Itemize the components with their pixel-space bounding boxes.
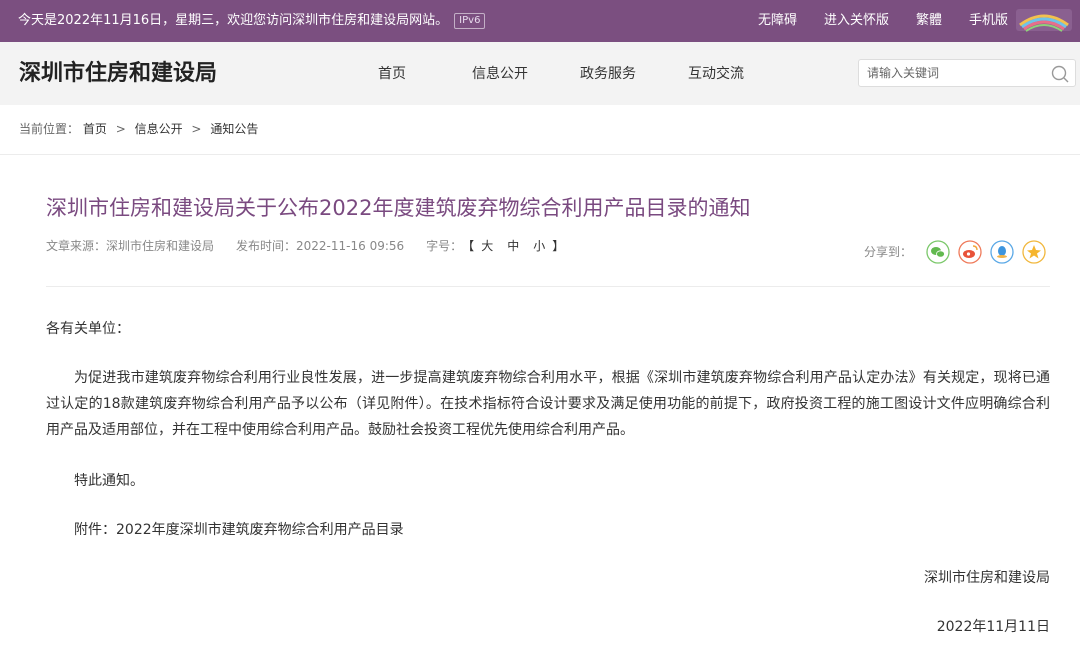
font-size-small[interactable]: 小 [533, 239, 545, 253]
site-title[interactable]: 深圳市住房和建设局 [19, 59, 217, 89]
weibo-icon[interactable] [958, 240, 982, 264]
welcome-text: 今天是2022年11月16日，星期三，欢迎您访问深圳市住房和建设局网站。 IPv6 [18, 12, 486, 30]
publish-time: 发布时间：2022-11-16 09:56 [236, 239, 405, 253]
breadcrumb-separator: > [191, 122, 202, 136]
signature-organization: 深圳市住房和建设局 [924, 570, 1050, 586]
care-version-link[interactable]: 进入关怀版 [824, 12, 889, 30]
top-bar: 今天是2022年11月16日，星期三，欢迎您访问深圳市住房和建设局网站。 IPv6… [0, 0, 1080, 42]
breadcrumb-label: 当前位置： [19, 122, 80, 136]
article-source: 文章来源：深圳市住房和建设局 [46, 239, 215, 253]
search-box [858, 59, 1076, 87]
main-nav: 首页 信息公开 政务服务 互动交流 [338, 63, 770, 85]
breadcrumb: 当前位置： 首页 > 信息公开 > 通知公告 [19, 120, 258, 138]
top-links: 无障碍 进入关怀版 繁體 手机版 [731, 12, 1008, 30]
signature-date: 2022年11月11日 [936, 619, 1050, 635]
nav-interaction[interactable]: 互动交流 [662, 63, 770, 85]
rainbow-logo-icon[interactable] [1014, 5, 1074, 35]
share-bar: 分享到： [864, 240, 1046, 264]
breadcrumb-separator: > [115, 122, 126, 136]
article-meta: 文章来源：深圳市住房和建设局 发布时间：2022-11-16 09:56 字号：… [46, 237, 564, 255]
nav-home[interactable]: 首页 [338, 63, 446, 85]
qzone-icon[interactable] [1022, 240, 1046, 264]
breadcrumb-home[interactable]: 首页 [83, 122, 107, 136]
article-title: 深圳市住房和建设局关于公布2022年度建筑废弃物综合利用产品目录的通知 [46, 196, 751, 220]
site-header: 深圳市住房和建设局 首页 信息公开 政务服务 互动交流 [0, 42, 1080, 105]
mobile-version-link[interactable]: 手机版 [969, 12, 1008, 30]
attachment-link[interactable]: 附件：2022年度深圳市建筑废弃物综合利用产品目录 [46, 517, 1050, 543]
breadcrumb-divider [0, 154, 1080, 155]
share-label: 分享到： [863, 245, 912, 259]
font-size-bracket-close: 】 [552, 239, 565, 253]
welcome-message: 今天是2022年11月16日，星期三，欢迎您访问深圳市住房和建设局网站。 [18, 13, 449, 28]
font-size-switcher: 【大中小】 [462, 237, 564, 255]
search-icon[interactable] [1050, 64, 1070, 84]
font-size-label: 字号： [426, 239, 463, 253]
font-size-bracket-open: 【 [462, 239, 475, 253]
article-notice: 特此通知。 [74, 473, 144, 489]
search-input[interactable] [867, 64, 1047, 82]
traditional-chinese-link[interactable]: 繁體 [916, 12, 942, 30]
ipv6-badge: IPv6 [454, 13, 486, 29]
wechat-icon[interactable] [926, 240, 950, 264]
nav-info-disclosure[interactable]: 信息公开 [446, 63, 554, 85]
article-paragraph: 为促进我市建筑废弃物综合利用行业良性发展，进一步提高建筑废弃物综合利用水平，根据… [46, 370, 1050, 438]
article-greeting: 各有关单位： [46, 321, 130, 337]
breadcrumb-info-disclosure[interactable]: 信息公开 [135, 122, 183, 136]
breadcrumb-notices[interactable]: 通知公告 [210, 122, 258, 136]
font-size-large[interactable]: 大 [481, 239, 493, 253]
article-divider [46, 286, 1050, 287]
accessibility-link[interactable]: 无障碍 [758, 12, 797, 30]
qq-icon[interactable] [990, 240, 1014, 264]
font-size-medium[interactable]: 中 [507, 239, 519, 253]
nav-government-services[interactable]: 政务服务 [554, 63, 662, 85]
